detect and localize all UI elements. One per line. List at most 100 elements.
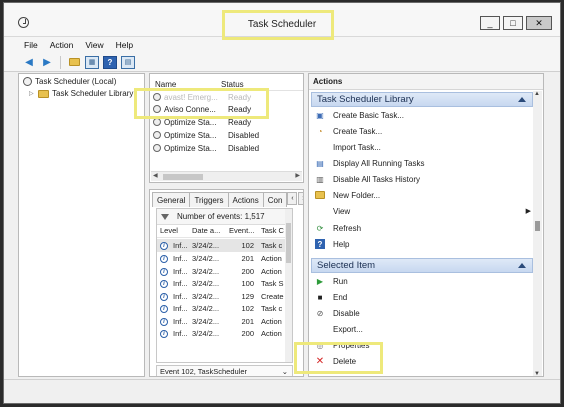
- event-row[interactable]: i Inf... 3/24/2... 100 Task S: [157, 277, 292, 290]
- scroll-down-icon[interactable]: ▼: [534, 371, 540, 376]
- action-refresh[interactable]: ⟳ Refresh: [315, 221, 531, 235]
- action-run[interactable]: ▶ Run: [315, 274, 531, 288]
- task-name: Optimize Sta...: [164, 130, 217, 140]
- action-export[interactable]: Export...: [315, 322, 531, 336]
- menu-file[interactable]: File: [24, 40, 38, 50]
- scroll-thumb[interactable]: [163, 174, 203, 180]
- expand-arrow-icon[interactable]: ▷: [29, 90, 35, 97]
- scroll-thumb[interactable]: [286, 223, 291, 263]
- title-bar[interactable]: Task Scheduler _ □ ✕: [4, 3, 560, 37]
- section-header-library[interactable]: Task Scheduler Library: [311, 92, 533, 107]
- show-hide-tree-icon[interactable]: ▦: [85, 55, 99, 69]
- action-help[interactable]: ? Help: [315, 237, 531, 251]
- scroll-up-icon[interactable]: ▲: [534, 91, 540, 97]
- close-button[interactable]: ✕: [526, 16, 552, 30]
- event-level: Inf...: [173, 291, 188, 301]
- action-properties[interactable]: ◎ Properties: [315, 338, 531, 352]
- run-icon: ▶: [316, 276, 324, 286]
- menu-action[interactable]: Action: [50, 40, 74, 50]
- task-row[interactable]: avast! Emerg... Ready: [153, 91, 301, 103]
- horizontal-scrollbar[interactable]: ◀ ▶: [151, 171, 302, 181]
- event-row[interactable]: i Inf... 3/24/2... 200 Action: [157, 327, 292, 340]
- task-name: Aviso Conne...: [164, 104, 216, 114]
- scroll-thumb[interactable]: [535, 221, 540, 231]
- filter-funnel-icon[interactable]: [161, 213, 169, 220]
- tab-scroll-right-icon[interactable]: ›: [298, 192, 303, 205]
- column-header-status[interactable]: Status: [221, 80, 244, 89]
- task-row[interactable]: Aviso Conne... Ready: [153, 103, 301, 115]
- event-date: 3/24/2...: [192, 316, 220, 326]
- column-header-name[interactable]: Name: [155, 80, 176, 89]
- event-row[interactable]: i Inf... 3/24/2... 201 Action: [157, 252, 292, 265]
- task-name: avast! Emerg...: [164, 92, 218, 102]
- tab-general[interactable]: General: [152, 192, 191, 207]
- action-label: Properties: [333, 340, 370, 350]
- column-header-level[interactable]: Level: [157, 226, 189, 237]
- event-task: Action: [261, 328, 282, 338]
- collapse-caret-icon[interactable]: [518, 263, 526, 268]
- action-disable-history[interactable]: ▥ Disable All Tasks History: [315, 172, 531, 186]
- event-id: 201: [241, 253, 254, 263]
- action-view[interactable]: View ▶: [315, 204, 531, 218]
- maximize-button[interactable]: □: [503, 16, 523, 30]
- up-folder-icon[interactable]: [67, 56, 81, 69]
- action-label: Refresh: [333, 223, 362, 233]
- action-end[interactable]: ■ End: [315, 290, 531, 304]
- help-icon[interactable]: ?: [103, 55, 117, 69]
- event-row[interactable]: i Inf... 3/24/2... 102 Task c: [157, 302, 292, 315]
- chevron-down-icon[interactable]: ⌄: [282, 367, 288, 376]
- task-icon: [153, 93, 161, 101]
- task-row[interactable]: Optimize Sta... Ready: [153, 116, 301, 128]
- action-delete[interactable]: ✕ Delete: [315, 354, 531, 368]
- menu-bar: File Action View Help: [4, 37, 560, 53]
- back-arrow-icon[interactable]: ◀: [22, 56, 36, 69]
- section-header-label: Selected Item: [317, 260, 376, 271]
- event-detail-header[interactable]: Event 102, TaskScheduler ⌄: [156, 365, 293, 376]
- minimize-button[interactable]: _: [480, 16, 500, 30]
- menu-help[interactable]: Help: [116, 40, 133, 50]
- history-vertical-scrollbar[interactable]: [285, 209, 292, 362]
- action-label: Display All Running Tasks: [333, 158, 425, 168]
- event-date: 3/24/2...: [192, 253, 220, 263]
- action-display-running[interactable]: ▤ Display All Running Tasks: [315, 156, 531, 170]
- action-create-task[interactable]: ◔ Create Task...: [315, 124, 531, 138]
- tab-actions[interactable]: Actions: [227, 192, 264, 207]
- event-row[interactable]: i Inf... 3/24/2... 200 Action: [157, 265, 292, 278]
- action-create-basic-task[interactable]: ▣ Create Basic Task...: [315, 108, 531, 122]
- actions-vertical-scrollbar[interactable]: ▲ ▼: [533, 91, 542, 376]
- show-hide-action-pane-icon[interactable]: ▤: [121, 55, 135, 69]
- scroll-left-icon[interactable]: ◀: [153, 172, 158, 179]
- action-label: Create Basic Task...: [333, 110, 404, 120]
- event-row[interactable]: i Inf... 3/24/2... 129 Create: [157, 290, 292, 303]
- event-date: 3/24/2...: [192, 291, 220, 301]
- actions-pane: Actions Task Scheduler Library ▣ Create …: [308, 73, 544, 377]
- history-column-headers: Level Date a... Event... Task C: [157, 226, 292, 238]
- task-icon: [153, 144, 161, 152]
- tab-conditions[interactable]: Con: [262, 192, 288, 207]
- event-row[interactable]: i Inf... 3/24/2... 102 Task c: [157, 239, 292, 252]
- task-row[interactable]: Optimize Sta... Disabled: [153, 129, 301, 141]
- event-row[interactable]: i Inf... 3/24/2... 201 Action: [157, 315, 292, 328]
- action-disable[interactable]: ⊘ Disable: [315, 306, 531, 320]
- tree-item-local[interactable]: Task Scheduler (Local): [23, 76, 116, 87]
- events-filter-bar: Number of events: 1,517: [157, 209, 292, 225]
- scroll-right-icon[interactable]: ▶: [295, 172, 300, 179]
- forward-arrow-icon[interactable]: ▶: [40, 56, 54, 69]
- tab-triggers[interactable]: Triggers: [189, 192, 229, 207]
- task-row[interactable]: Optimize Sta... Disabled: [153, 142, 301, 154]
- tab-scroll-left-icon[interactable]: ‹: [287, 192, 298, 205]
- column-header-event[interactable]: Event...: [226, 226, 258, 237]
- event-level: Inf...: [173, 316, 188, 326]
- section-header-selected-item[interactable]: Selected Item: [311, 258, 533, 273]
- collapse-caret-icon[interactable]: [518, 97, 526, 102]
- action-new-folder[interactable]: New Folder...: [315, 188, 531, 202]
- action-label: View: [333, 206, 351, 216]
- tree-item-label: Task Scheduler Library: [52, 89, 134, 98]
- running-tasks-icon: ▤: [316, 158, 324, 168]
- event-level: Inf...: [173, 266, 188, 276]
- tree-item-library[interactable]: ▷ Task Scheduler Library: [29, 88, 133, 99]
- column-header-task-category[interactable]: Task C: [258, 226, 286, 237]
- menu-view[interactable]: View: [85, 40, 103, 50]
- action-import-task[interactable]: Import Task...: [315, 140, 531, 154]
- column-header-date[interactable]: Date a...: [189, 226, 226, 237]
